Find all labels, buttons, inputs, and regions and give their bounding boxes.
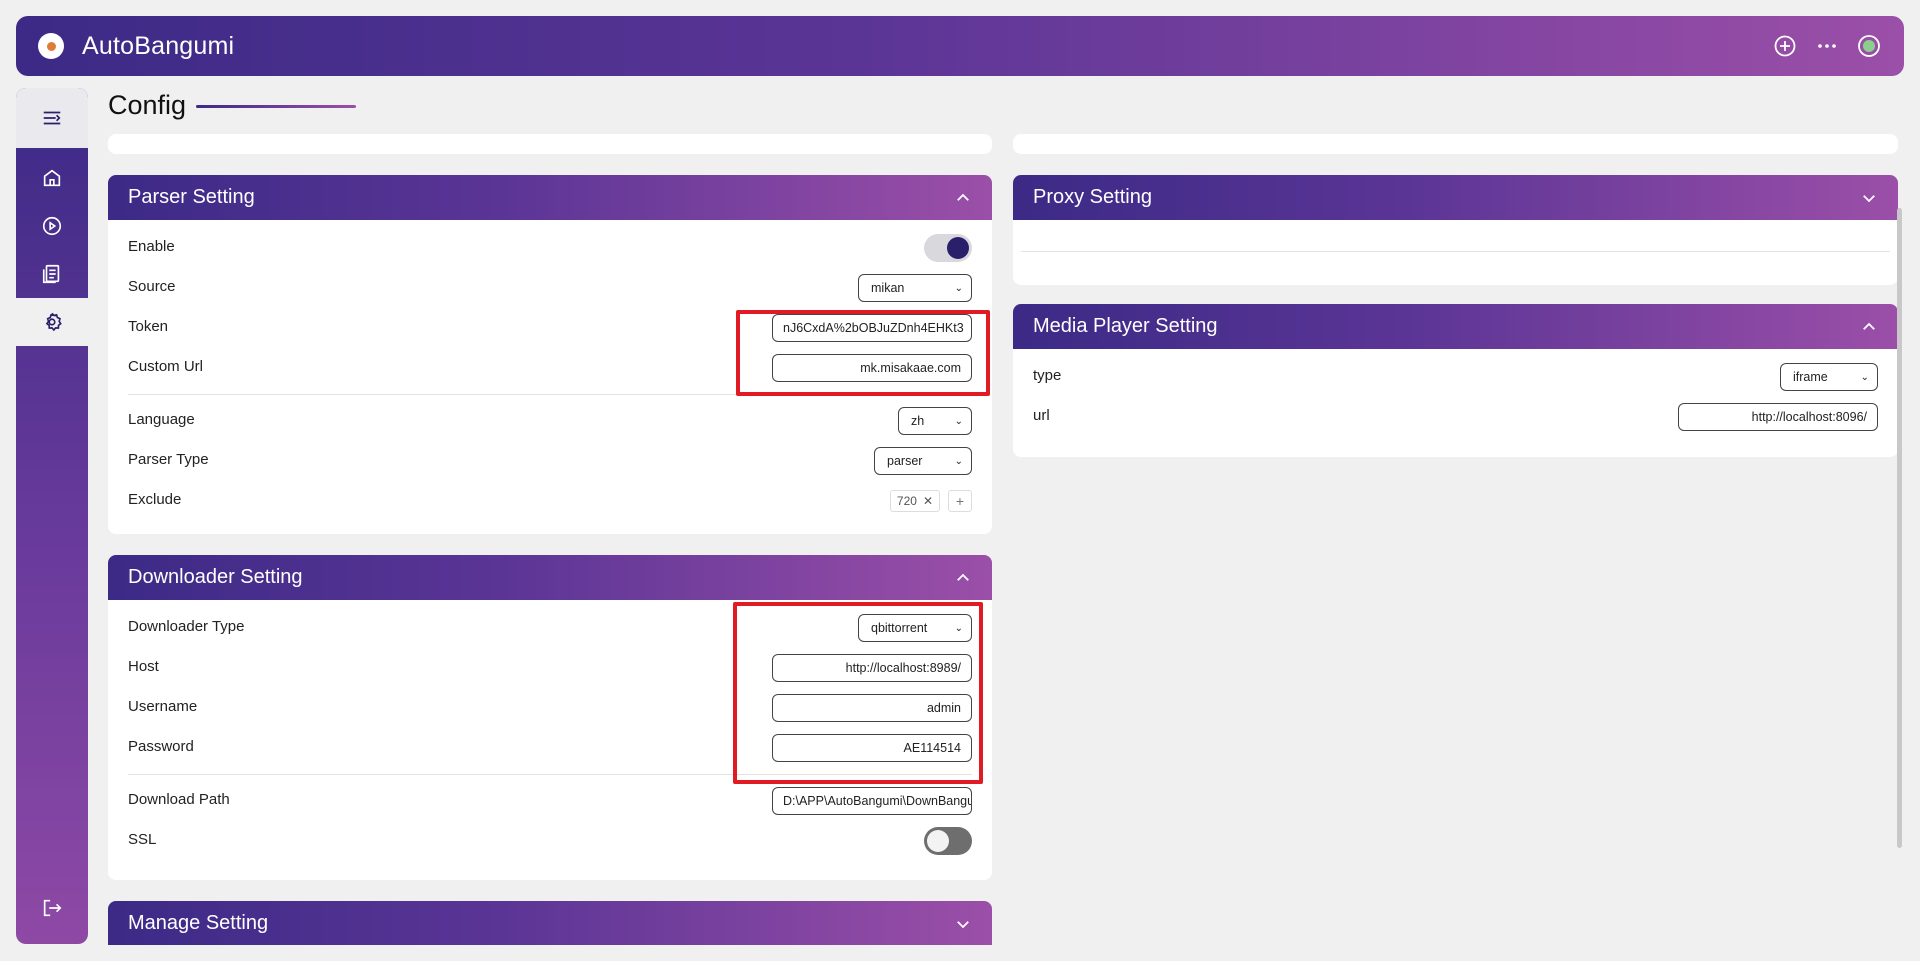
divider — [1021, 251, 1890, 252]
plus-circle-icon[interactable] — [1772, 33, 1798, 59]
menu-toggle-button[interactable] — [16, 88, 88, 148]
exclude-label: Exclude — [128, 490, 182, 508]
panel-top-right-partial — [1013, 134, 1898, 154]
top-bar: AutoBangumi — [16, 16, 1904, 76]
ssl-label: SSL — [128, 830, 157, 848]
language-row: Language zh ⌄ — [128, 401, 972, 441]
page-title: Config — [108, 90, 187, 120]
custom-url-label: Custom Url — [128, 357, 204, 375]
parser-type-row: Parser Type parser ⌄ — [128, 441, 972, 481]
chevron-down-icon: ⌄ — [1860, 371, 1869, 383]
exclude-tag-label: 720 — [896, 494, 917, 508]
media-player-setting-header[interactable]: Media Player Setting — [1013, 304, 1898, 349]
username-label: Username — [128, 697, 198, 715]
close-icon[interactable]: ✕ — [923, 494, 933, 508]
chevron-down-icon: ⌄ — [954, 415, 963, 427]
log-icon — [42, 264, 60, 284]
media-url-input[interactable]: http://localhost:8096/ — [1678, 403, 1878, 431]
parser-setting-title: Parser Setting — [128, 186, 255, 208]
chevron-up-icon[interactable] — [954, 189, 972, 207]
parser-type-value: parser — [887, 454, 923, 468]
app-logo-icon — [38, 33, 64, 59]
proxy-setting-panel: Proxy Setting — [1013, 175, 1898, 285]
exclude-tag: 720 ✕ — [889, 490, 940, 512]
app-title: AutoBangumi — [82, 31, 235, 60]
media-type-row: type iframe ⌄ — [1033, 357, 1878, 397]
home-icon — [43, 169, 61, 187]
logout-icon — [43, 899, 62, 917]
password-label: Password — [128, 737, 194, 755]
title-underline — [196, 105, 356, 108]
host-label: Host — [128, 657, 159, 675]
downloader-setting-title: Downloader Setting — [128, 566, 303, 588]
proxy-setting-title: Proxy Setting — [1033, 186, 1152, 208]
logout-button[interactable] — [16, 884, 88, 932]
chevron-down-icon[interactable] — [1860, 189, 1878, 207]
ssl-row: SSL — [128, 821, 972, 861]
chevron-down-icon[interactable] — [954, 915, 972, 933]
chevron-down-icon: ⌄ — [954, 455, 963, 467]
downloader-setting-header[interactable]: Downloader Setting — [108, 555, 992, 600]
exclude-row: Exclude 720 ✕ + — [128, 481, 972, 521]
parser-type-select[interactable]: parser ⌄ — [874, 447, 972, 475]
download-path-row: Download Path D:\APP\AutoBangumi\DownBan… — [128, 781, 972, 821]
parser-type-label: Parser Type — [128, 450, 209, 468]
media-player-setting-panel: Media Player Setting type iframe ⌄ url h… — [1013, 304, 1898, 457]
source-select[interactable]: mikan ⌄ — [858, 274, 972, 302]
play-icon — [42, 216, 62, 236]
sidebar — [16, 88, 88, 944]
language-select[interactable]: zh ⌄ — [898, 407, 972, 435]
token-label: Token — [128, 317, 169, 335]
parser-enable-row: Enable — [128, 228, 972, 268]
download-path-label: Download Path — [128, 790, 230, 808]
manage-setting-panel: Manage Setting — [108, 901, 992, 945]
highlight-box-parser — [736, 310, 990, 396]
header-actions — [1772, 33, 1882, 59]
manage-setting-header[interactable]: Manage Setting — [108, 901, 992, 945]
chevron-up-icon[interactable] — [954, 569, 972, 587]
add-exclude-button[interactable]: + — [948, 490, 972, 512]
page-scrollbar[interactable] — [1897, 208, 1902, 848]
source-label: Source — [128, 277, 176, 295]
sidebar-item-config[interactable] — [16, 298, 88, 346]
sidebar-item-player[interactable] — [16, 202, 88, 250]
media-type-value: iframe — [1793, 370, 1828, 384]
proxy-setting-header[interactable]: Proxy Setting — [1013, 175, 1898, 220]
language-label: Language — [128, 410, 195, 428]
status-icon[interactable] — [1856, 33, 1882, 59]
enable-label: Enable — [128, 237, 175, 255]
language-value: zh — [911, 414, 925, 428]
chevron-up-icon[interactable] — [1860, 318, 1878, 336]
source-row: Source mikan ⌄ — [128, 268, 972, 308]
panel-top-left-partial — [108, 134, 992, 154]
ssl-toggle[interactable] — [924, 827, 972, 855]
download-path-input[interactable]: D:\APP\AutoBangumi\DownBangumi — [772, 787, 972, 815]
downloader-type-label: Downloader Type — [128, 617, 245, 635]
chevron-down-icon: ⌄ — [954, 282, 963, 294]
sidebar-item-log[interactable] — [16, 250, 88, 298]
media-url-label: url — [1033, 406, 1050, 424]
media-type-label: type — [1033, 366, 1062, 384]
source-value: mikan — [871, 281, 905, 295]
highlight-box-downloader — [733, 602, 983, 784]
manage-setting-title: Manage Setting — [128, 912, 269, 934]
exclude-tags: 720 ✕ + — [889, 490, 972, 512]
parser-enable-toggle[interactable] — [924, 234, 972, 262]
media-player-setting-title: Media Player Setting — [1033, 315, 1218, 337]
media-type-select[interactable]: iframe ⌄ — [1780, 363, 1878, 391]
settings-icon — [45, 312, 62, 332]
menu-icon — [43, 111, 61, 125]
more-icon[interactable] — [1814, 33, 1840, 59]
parser-setting-header[interactable]: Parser Setting — [108, 175, 992, 220]
sidebar-item-home[interactable] — [16, 154, 88, 202]
media-url-row: url http://localhost:8096/ — [1033, 397, 1878, 437]
